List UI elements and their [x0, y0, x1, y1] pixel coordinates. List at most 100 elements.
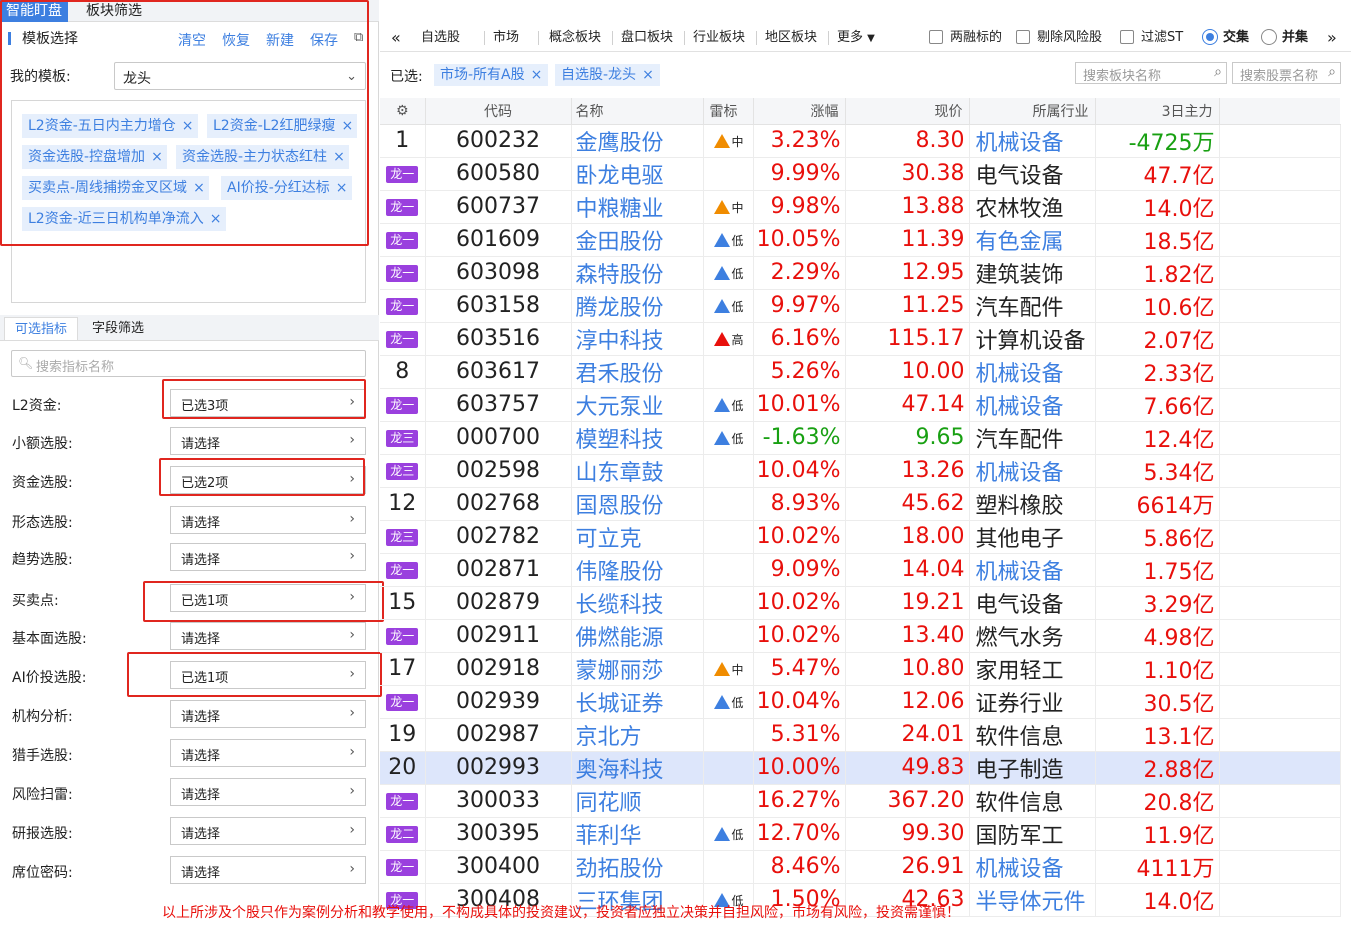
table-row[interactable]: 龙一 603158 腾龙股份 低 9.97% 11.25 汽车配件 10.6亿 [380, 289, 1341, 323]
indicator-chip[interactable]: L2资金-L2红肥绿瘦 × [207, 114, 358, 138]
stock-name[interactable]: 模塑科技 [571, 421, 704, 455]
exclude-risk-checkbox[interactable] [1016, 30, 1030, 44]
close-icon[interactable]: × [210, 211, 222, 227]
table-row[interactable]: 12 002768 国恩股份 8.93% 45.62 塑料橡胶 6614万 [380, 487, 1341, 521]
stock-name[interactable]: 可立克 [571, 520, 704, 554]
table-row[interactable]: 龙一 600737 中粮糖业 中 9.98% 13.88 农林牧渔 14.0亿 [380, 190, 1341, 224]
col-main-flow[interactable]: 3日主力 [1095, 98, 1220, 125]
filter-select[interactable]: 请选择 › [170, 543, 366, 571]
thunder-badge[interactable]: 低 [712, 232, 744, 249]
copy-icon[interactable]: ⧉ [354, 30, 363, 45]
stock-name[interactable]: 长城证券 [571, 685, 704, 719]
stock-name[interactable]: 卧龙电驱 [571, 157, 704, 191]
stock-name[interactable]: 佛燃能源 [571, 619, 704, 653]
stock-name[interactable]: 腾龙股份 [571, 289, 704, 323]
filter-select[interactable]: 已选3项 › [170, 389, 366, 417]
table-row[interactable]: 龙三 002598 山东章鼓 10.04% 13.26 机械设备 5.34亿 [380, 454, 1341, 488]
stock-name[interactable]: 劲拓股份 [571, 850, 704, 884]
indicator-chip[interactable]: L2资金-五日内主力增仓 × [22, 114, 198, 138]
stock-name[interactable]: 长缆科技 [571, 586, 704, 620]
close-icon[interactable]: × [531, 67, 543, 83]
margin-checkbox[interactable] [929, 30, 943, 44]
thunder-badge[interactable]: 中 [712, 199, 744, 216]
table-row[interactable]: 龙一 601609 金田股份 低 10.05% 11.39 有色金属 18.5亿 [380, 223, 1341, 257]
block-search-input[interactable]: 搜索板块名称 ⌕ [1075, 62, 1227, 84]
indicator-chip[interactable]: AI价投-分红达标 × [221, 176, 352, 200]
table-row[interactable]: 龙一 300400 劲拓股份 8.46% 26.91 机械设备 4111万 [380, 850, 1341, 884]
new-button[interactable]: 新建 [266, 30, 294, 50]
thunder-badge[interactable]: 低 [712, 397, 744, 414]
stock-name[interactable]: 中粮糖业 [571, 190, 704, 224]
stock-name[interactable]: 淳中科技 [571, 322, 704, 356]
filter-select[interactable]: 请选择 › [170, 506, 366, 534]
stock-name[interactable]: 伟隆股份 [571, 553, 704, 587]
stock-name[interactable]: 金鹰股份 [571, 124, 704, 158]
stock-name[interactable]: 京北方 [571, 718, 704, 752]
indicator-chip[interactable]: 买卖点-周线捕捞金叉区域 × [22, 176, 209, 200]
table-row[interactable]: 龙一 300033 同花顺 16.27% 367.20 软件信息 20.8亿 [380, 784, 1341, 818]
filter-select[interactable]: 已选2项 › [170, 466, 366, 494]
tab-handicap[interactable]: 盘口板块 [614, 24, 680, 51]
selected-tag[interactable]: 市场-所有A股 × [434, 64, 549, 86]
table-row[interactable]: 19 002987 京北方 5.31% 24.01 软件信息 13.1亿 [380, 718, 1341, 752]
col-change[interactable]: 涨幅 [753, 98, 846, 125]
indicator-chip[interactable]: L2资金-近三日机构单净流入 × [22, 207, 226, 231]
filter-select[interactable]: 请选择 › [170, 778, 366, 806]
filter-select[interactable]: 请选择 › [170, 817, 366, 845]
tab-sector-filter[interactable]: 板块筛选 [80, 0, 148, 22]
tab-watchlist[interactable]: 自选股 [414, 24, 467, 51]
thunder-badge[interactable]: 中 [712, 133, 744, 150]
news-ticker[interactable] [0, 925, 1351, 933]
filter-select[interactable]: 请选择 › [170, 700, 366, 728]
tab-smart-watch[interactable]: 智能盯盘 [0, 0, 68, 22]
table-row[interactable]: 龙一 603516 淳中科技 高 6.16% 115.17 计算机设备 2.07亿 [380, 322, 1341, 356]
tab-region[interactable]: 地区板块 [758, 24, 824, 51]
stock-name[interactable]: 山东章鼓 [571, 454, 704, 488]
table-row[interactable]: 1 600232 金鹰股份 中 3.23% 8.30 机械设备 -4725万 [380, 124, 1341, 158]
close-icon[interactable]: × [642, 67, 654, 83]
restore-button[interactable]: 恢复 [222, 30, 250, 50]
table-row[interactable]: 龙二 300395 菲利华 低 12.70% 99.30 国防军工 11.9亿 [380, 817, 1341, 851]
indicator-chip[interactable]: 资金选股-控盘增加 × [22, 145, 167, 169]
tab-optional-indicators[interactable]: 可选指标 [4, 317, 79, 340]
indicator-chip[interactable]: 资金选股-主力状态红柱 × [176, 145, 349, 169]
table-row[interactable]: 17 002918 蒙娜丽莎 中 5.47% 10.80 家用轻工 1.10亿 [380, 652, 1341, 686]
stock-name[interactable]: 君禾股份 [571, 355, 704, 389]
tab-field-filter[interactable]: 字段筛选 [82, 317, 154, 340]
table-row[interactable]: 龙一 002911 佛燃能源 10.02% 13.40 燃气水务 4.98亿 [380, 619, 1341, 653]
indicator-search-input[interactable]: 🔍︎ 搜索指标名称 [11, 350, 366, 377]
tab-market[interactable]: 市场 [486, 24, 526, 51]
filter-select[interactable]: 请选择 › [170, 622, 366, 650]
table-row[interactable]: 龙一 603098 森特股份 低 2.29% 12.95 建筑装饰 1.82亿 [380, 256, 1341, 290]
tab-concept[interactable]: 概念板块 [542, 24, 608, 51]
collapse-left-icon[interactable]: « [384, 24, 408, 51]
table-row[interactable]: 8 603617 君禾股份 5.26% 10.00 机械设备 2.33亿 [380, 355, 1341, 389]
stock-name[interactable]: 大元泵业 [571, 388, 704, 422]
thunder-badge[interactable]: 低 [712, 694, 744, 711]
save-button[interactable]: 保存 [310, 30, 338, 50]
table-row[interactable]: 龙三 000700 模塑科技 低 -1.63% 9.65 汽车配件 12.4亿 [380, 421, 1341, 455]
table-row[interactable]: 15 002879 长缆科技 10.02% 19.21 电气设备 3.29亿 [380, 586, 1341, 620]
stock-name[interactable]: 奥海科技 [571, 751, 704, 785]
close-icon[interactable]: × [182, 118, 194, 134]
stock-name[interactable]: 蒙娜丽莎 [571, 652, 704, 686]
table-row[interactable]: 龙一 002939 长城证券 低 10.04% 12.06 证券行业 30.5亿 [380, 685, 1341, 719]
settings-icon[interactable]: ⚙ [380, 98, 426, 125]
filter-st-checkbox[interactable] [1120, 30, 1134, 44]
thunder-badge[interactable]: 低 [712, 265, 744, 282]
thunder-badge[interactable]: 中 [712, 661, 744, 678]
stock-name[interactable]: 森特股份 [571, 256, 704, 290]
more-dropdown[interactable]: 更多 ▼ [830, 24, 882, 51]
col-price[interactable]: 现价 [845, 98, 970, 125]
clear-button[interactable]: 清空 [178, 30, 206, 50]
tab-industry[interactable]: 行业板块 [686, 24, 752, 51]
col-name[interactable]: 名称 [571, 98, 704, 125]
stock-name[interactable]: 国恩股份 [571, 487, 704, 521]
template-select[interactable]: 龙头 ⌄ [114, 62, 366, 90]
table-row[interactable]: 龙三 002782 可立克 10.02% 18.00 其他电子 5.86亿 [380, 520, 1341, 554]
thunder-badge[interactable]: 低 [712, 826, 744, 843]
table-row[interactable]: 龙一 002871 伟隆股份 9.09% 14.04 机械设备 1.75亿 [380, 553, 1341, 587]
col-industry[interactable]: 所属行业 [969, 98, 1096, 125]
thunder-badge[interactable]: 低 [712, 298, 744, 315]
close-icon[interactable]: × [151, 149, 163, 165]
